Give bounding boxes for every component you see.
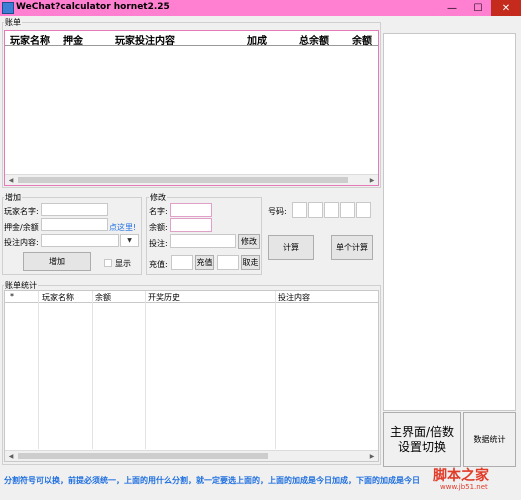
ledger-hscrollbar[interactable]: ◀ ▶ xyxy=(5,174,378,185)
stats-col-divider xyxy=(38,291,39,449)
stats-hscrollbar[interactable]: ◀ ▶ xyxy=(5,450,378,461)
ledger-col-balance[interactable]: 余额 xyxy=(352,32,372,47)
ledger-col-player-name[interactable]: 玩家名称 xyxy=(10,32,50,47)
watermark-logo: 脚本之家 xyxy=(433,468,489,484)
main-switch-button[interactable]: 主界面/倍数 设置切换 xyxy=(383,412,461,467)
withdraw-button[interactable]: 取走 xyxy=(241,255,260,270)
edit-bet-input[interactable] xyxy=(170,234,236,248)
stats-col-balance[interactable]: 余额 xyxy=(95,292,111,303)
edit-bet-label: 投注: xyxy=(149,239,168,248)
add-deposit-label: 押金/余额 xyxy=(4,223,39,232)
stats-grid[interactable]: * 玩家名称 余额 开奖历史 投注内容 ◀ ▶ xyxy=(4,290,379,462)
edit-balance-label: 余额: xyxy=(149,223,168,232)
number-input-5[interactable] xyxy=(356,202,371,218)
scroll-right-icon[interactable]: ▶ xyxy=(366,451,378,461)
close-button[interactable]: ✕ xyxy=(491,0,521,16)
scroll-left-icon[interactable]: ◀ xyxy=(5,175,17,185)
watermark-url: www.jb51.net xyxy=(440,483,488,491)
scroll-thumb[interactable] xyxy=(18,453,268,459)
maximize-button[interactable]: ☐ xyxy=(467,0,489,16)
show-checkbox-label: 显示 xyxy=(115,259,131,268)
add-group-label: 增加 xyxy=(4,192,22,203)
stats-col-star[interactable]: * xyxy=(10,292,14,301)
add-deposit-input[interactable] xyxy=(41,218,108,231)
hint-link[interactable]: 点这里! xyxy=(109,222,136,233)
add-button[interactable]: 增加 xyxy=(23,252,91,271)
minimize-button[interactable]: — xyxy=(441,0,463,16)
ledger-grid[interactable]: 玩家名称 押金 玩家投注内容 加成 总余额 余额 ◀ ▶ xyxy=(4,30,379,186)
edit-name-input[interactable] xyxy=(170,203,212,217)
ledger-grid-header: 玩家名称 押金 玩家投注内容 加成 总余额 余额 xyxy=(5,31,378,47)
right-panel xyxy=(383,33,516,411)
ledger-col-deposit[interactable]: 押金 xyxy=(63,32,83,47)
ledger-col-bonus[interactable]: 加成 xyxy=(247,32,267,47)
edit-button[interactable]: 修改 xyxy=(238,234,260,249)
ledger-group-label: 账单 xyxy=(4,17,22,28)
number-input-4[interactable] xyxy=(340,202,355,218)
add-bet-label: 投注内容: xyxy=(4,238,39,247)
edit-group-label: 修改 xyxy=(149,192,167,203)
recharge-label: 充值: xyxy=(149,260,168,269)
number-input-2[interactable] xyxy=(308,202,323,218)
edit-balance-input[interactable] xyxy=(170,218,212,232)
scroll-left-icon[interactable]: ◀ xyxy=(5,451,17,461)
scroll-right-icon[interactable]: ▶ xyxy=(366,175,378,185)
calc-button[interactable]: 计算 xyxy=(268,235,314,260)
ledger-col-bet-content[interactable]: 玩家投注内容 xyxy=(115,32,175,47)
withdraw-input[interactable] xyxy=(217,255,239,270)
stats-col-divider xyxy=(145,291,146,449)
edit-name-label: 名字: xyxy=(149,207,168,216)
footer-text: 分割符号可以换，前提必须统一，上面的用什么分割，就一定要选上面的，上面的加成是今… xyxy=(4,476,420,485)
stats-grid-header: * 玩家名称 余额 开奖历史 投注内容 xyxy=(5,291,378,303)
add-name-input[interactable] xyxy=(41,203,108,216)
number-input-3[interactable] xyxy=(324,202,339,218)
stats-col-draw-history[interactable]: 开奖历史 xyxy=(148,292,180,303)
stats-col-divider xyxy=(92,291,93,449)
main-switch-line2: 设置切换 xyxy=(397,439,446,454)
stats-col-player-name[interactable]: 玩家名称 xyxy=(42,292,74,303)
data-stats-button[interactable]: 数据统计 xyxy=(463,412,516,467)
window-title: WeChat?calculator hornet2.25 xyxy=(16,2,170,12)
add-name-label: 玩家名字: xyxy=(4,207,39,216)
scroll-thumb[interactable] xyxy=(18,177,348,183)
main-switch-line1: 主界面/倍数 xyxy=(389,424,455,439)
stats-col-bet-content[interactable]: 投注内容 xyxy=(278,292,310,303)
bet-dropdown-arrow-icon[interactable]: ▼ xyxy=(120,234,139,247)
single-calc-button[interactable]: 单个计算 xyxy=(331,235,373,260)
number-input-1[interactable] xyxy=(292,202,307,218)
show-checkbox[interactable] xyxy=(104,259,112,267)
number-label: 号码: xyxy=(268,207,287,216)
recharge-input[interactable] xyxy=(171,255,193,270)
app-icon xyxy=(2,2,14,14)
add-bet-input[interactable] xyxy=(41,234,119,247)
ledger-col-total-balance[interactable]: 总余额 xyxy=(299,32,329,47)
stats-col-divider xyxy=(275,291,276,449)
recharge-button[interactable]: 充值 xyxy=(195,255,214,270)
